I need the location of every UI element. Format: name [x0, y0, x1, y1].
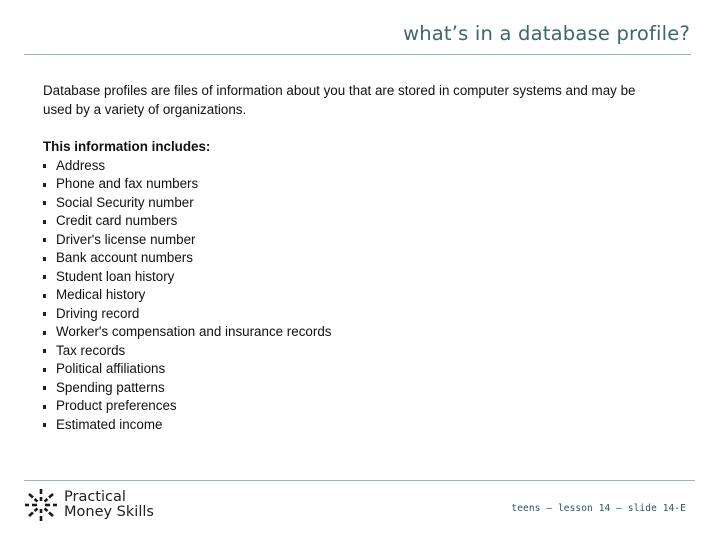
bullet-icon	[43, 423, 46, 427]
list-item: Medical history	[43, 286, 331, 305]
info-list: Address Phone and fax numbers Social Sec…	[43, 157, 331, 435]
bullet-icon	[43, 238, 46, 242]
slide-title: what’s in a database profile?	[403, 22, 690, 45]
list-item-label: Political affiliations	[56, 361, 166, 376]
bullet-icon	[43, 349, 46, 353]
slide-reference: teens – lesson 14 – slide 14-E	[511, 503, 686, 514]
list-item-label: Medical history	[56, 287, 146, 302]
bullet-icon	[43, 404, 46, 409]
list-item: Credit card numbers	[43, 212, 331, 231]
list-item-label: Spending patterns	[56, 379, 165, 395]
bullet-icon	[43, 293, 46, 298]
header-divider	[24, 54, 691, 55]
bullet-icon	[43, 182, 46, 187]
list-item: Student loan history	[43, 268, 331, 287]
logo-line-1: Practical	[64, 488, 126, 505]
list-item: Social Security number	[43, 194, 331, 213]
list-item-label: Worker's compensation and insurance reco…	[56, 324, 332, 339]
logo-wordmark: Practical Money Skills	[64, 488, 154, 521]
list-item-label: Product preferences	[56, 398, 177, 413]
bullet-icon	[43, 275, 46, 279]
intro-paragraph: Database profiles are files of informati…	[43, 83, 636, 117]
bullet-icon	[43, 312, 46, 316]
logo-line-2: Money Skills	[64, 504, 154, 520]
list-item-label: Driver's license number	[56, 231, 196, 247]
list-item: Estimated income	[43, 416, 331, 435]
list-item: Driving record	[43, 305, 331, 324]
bullet-icon	[43, 386, 46, 390]
bullet-icon	[43, 367, 46, 372]
list-item: Political affiliations	[43, 360, 331, 379]
list-item-label: Student loan history	[56, 268, 175, 284]
bullet-icon	[43, 330, 46, 335]
list-item-label: Tax records	[56, 342, 126, 358]
list-item: Worker's compensation and insurance reco…	[43, 323, 331, 342]
bullet-icon	[43, 256, 46, 261]
list-item-label: Credit card numbers	[56, 213, 178, 228]
list-item: Spending patterns	[43, 379, 331, 398]
list-item-label: Estimated income	[56, 416, 163, 432]
footer-divider	[24, 480, 695, 481]
list-item-label: Bank account numbers	[56, 250, 193, 265]
bullet-icon	[43, 164, 46, 168]
bullet-icon	[43, 219, 46, 224]
list-item-label: Driving record	[56, 305, 140, 321]
bullet-icon	[43, 201, 46, 205]
includes-section: This information includes: Address Phone…	[43, 138, 331, 434]
list-item-label: Phone and fax numbers	[56, 176, 199, 191]
list-item: Bank account numbers	[43, 249, 331, 268]
list-item-label: Social Security number	[56, 194, 194, 210]
list-item-label: Address	[56, 157, 106, 173]
list-item: Tax records	[43, 342, 331, 361]
practical-money-skills-logo: Practical Money Skills	[24, 488, 154, 522]
list-item: Address	[43, 157, 331, 176]
list-item: Product preferences	[43, 397, 331, 416]
includes-heading: This information includes:	[43, 139, 211, 154]
starburst-icon	[25, 489, 57, 521]
list-item: Driver's license number	[43, 231, 331, 250]
list-item: Phone and fax numbers	[43, 175, 331, 194]
